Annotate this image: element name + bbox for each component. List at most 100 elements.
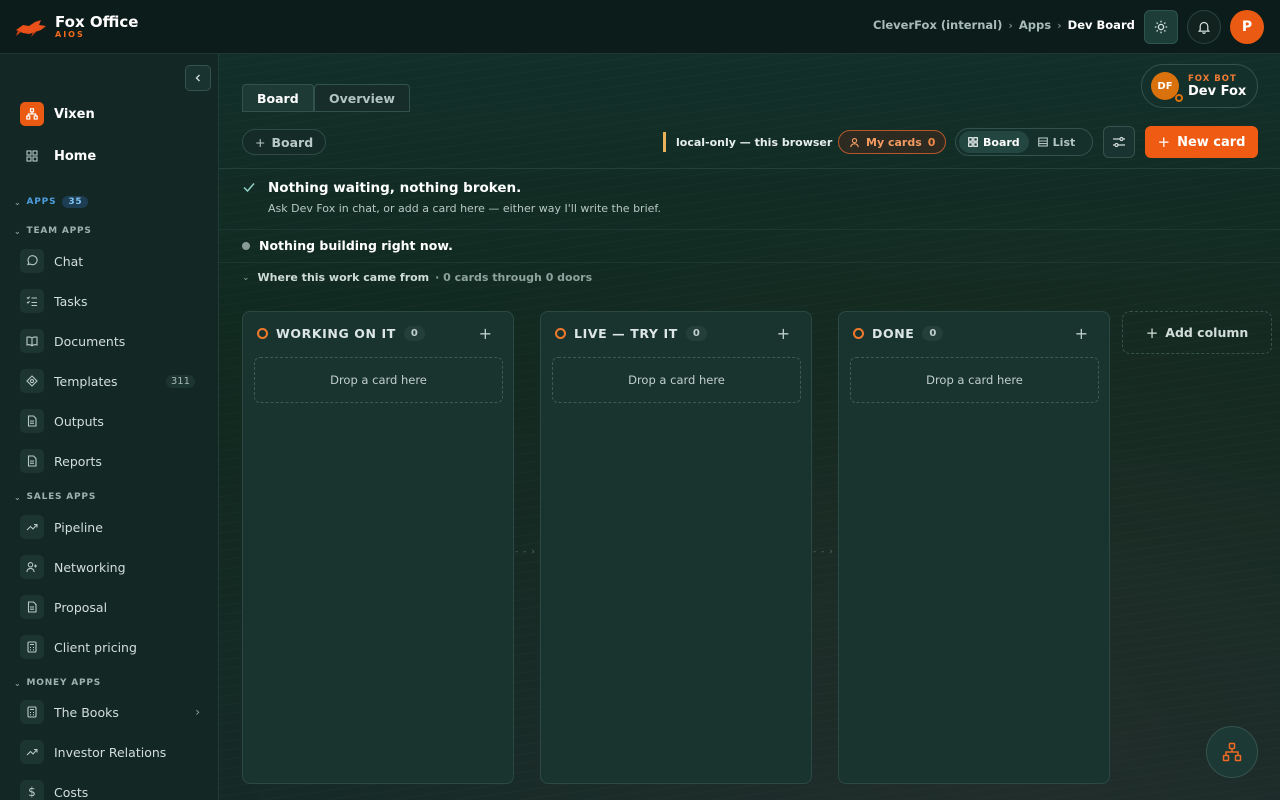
add-board-label: Board [271,134,314,150]
column-live-try-it: LIVE — TRY IT 0 + Drop a card here [540,311,812,784]
sidebar-item-templates[interactable]: Templates 311 [20,369,200,393]
sidebar-item-pipeline[interactable]: Pipeline [20,515,200,539]
brand[interactable]: Fox Office AIOS [15,14,138,40]
section-label: SALES APPS [26,492,97,502]
apps-label: APPS [26,197,57,207]
view-list-label: List [1052,135,1076,149]
filter-settings-button[interactable] [1103,126,1135,158]
tab-overview[interactable]: Overview [314,84,410,112]
brand-name: Fox Office [55,12,139,31]
work-origin-label: Where this work came from [257,271,430,284]
fox-bot-name: Dev Fox [1188,83,1247,99]
fox-bot-kicker: FOX BOT [1188,73,1237,84]
column-count: 0 [922,326,944,341]
sidebar-item-label: Client pricing [54,639,137,655]
sales-apps-section-toggle[interactable]: ⌄ SALES APPS [14,492,96,502]
sidebar-item-chat[interactable]: Chat [20,249,200,273]
org-chart-fab-button[interactable] [1206,726,1258,778]
fox-bot-chip[interactable]: DF FOX BOT Dev Fox [1141,64,1258,108]
sidebar: Vixen Home ⌄ APPS 35 ⌄ TEAM APPS Chat Ta… [0,54,219,800]
theme-toggle-button[interactable] [1144,10,1178,44]
status-title: Nothing waiting, nothing broken. [268,180,522,196]
sidebar-item-tasks[interactable]: Tasks [20,289,200,313]
section-label: MONEY APPS [26,678,102,688]
column-working-on-it: WORKING ON IT 0 + Drop a card here [242,311,514,784]
work-origin-toggle[interactable]: ⌄ Where this work came from · 0 cards th… [242,271,592,284]
plus-icon: + [1145,323,1159,342]
add-card-plus-icon[interactable]: + [479,324,492,343]
new-card-button[interactable]: + New card [1145,126,1258,158]
sidebar-item-label: Networking [54,559,126,575]
sidebar-item-proposal[interactable]: Proposal [20,595,200,619]
column-count: 0 [403,326,425,341]
chat-icon [20,249,44,273]
sidebar-item-the-books[interactable]: The Books › [20,700,200,724]
sidebar-item-vixen[interactable]: Vixen [20,102,200,126]
column-status-icon [257,328,268,339]
breadcrumb-org[interactable]: CleverFox (internal) [873,18,1002,32]
view-board-button[interactable]: Board [959,131,1029,153]
add-card-plus-icon[interactable]: + [777,324,790,343]
drop-zone[interactable]: Drop a card here [552,357,801,403]
sidebar-item-label: Tasks [54,293,88,309]
add-column-button[interactable]: + Add column [1122,311,1272,354]
chevron-down-icon: ⌄ [14,197,22,207]
column-count: 0 [685,326,707,341]
sidebar-item-label: Documents [54,333,126,349]
breadcrumb-current: Dev Board [1067,18,1135,32]
column-connector: - - › [515,547,536,557]
add-column-label: Add column [1165,325,1249,340]
dollar-icon: $ [20,780,44,800]
sidebar-item-home[interactable]: Home [20,144,200,168]
sidebar-item-label: Proposal [54,599,108,615]
apps-section-toggle[interactable]: ⌄ APPS 35 [14,196,89,208]
sidebar-item-label: Outputs [54,413,104,429]
sidebar-item-label: Templates [54,373,118,389]
drop-zone[interactable]: Drop a card here [254,357,503,403]
sidebar-item-label: Costs [54,784,89,800]
notifications-button[interactable] [1187,10,1221,44]
tab-board[interactable]: Board [242,84,314,112]
user-plus-icon [20,555,44,579]
column-status-icon [555,328,566,339]
sun-icon [1154,20,1168,34]
team-apps-section-toggle[interactable]: ⌄ TEAM APPS [14,226,92,236]
templates-count-badge: 311 [165,374,195,388]
sidebar-item-label: Investor Relations [54,744,167,760]
sidebar-item-investor-relations[interactable]: Investor Relations [20,740,200,764]
view-list-button[interactable]: List [1029,131,1085,153]
sidebar-item-client-pricing[interactable]: Client pricing [20,635,200,659]
sidebar-item-networking[interactable]: Networking [20,555,200,579]
column-status-icon [853,328,864,339]
bell-icon [1197,21,1211,34]
user-icon [850,137,859,147]
collapse-sidebar-button[interactable] [185,65,211,91]
my-cards-filter[interactable]: My cards 0 [838,130,947,154]
book-icon [20,329,44,353]
sidebar-item-label: Vixen [54,106,95,122]
drop-zone[interactable]: Drop a card here [850,357,1099,403]
trend-icon [20,515,44,539]
sidebar-item-costs[interactable]: $ Costs [20,780,200,800]
column-title: LIVE — TRY IT [574,326,678,341]
user-avatar[interactable]: P [1230,10,1264,44]
add-board-button[interactable]: + Board [242,129,327,155]
grid-icon [968,137,978,147]
document-icon [20,409,44,433]
add-card-plus-icon[interactable]: + [1075,324,1088,343]
sidebar-item-reports[interactable]: Reports [20,449,200,473]
breadcrumb-apps[interactable]: Apps [1019,18,1051,32]
view-toggle: Board List [955,128,1093,156]
org-chart-icon [1222,742,1242,762]
plus-icon: + [255,134,266,150]
sidebar-item-outputs[interactable]: Outputs [20,409,200,433]
column-connector: - - › [813,547,834,557]
grid-icon [20,144,44,168]
sidebar-item-label: The Books [54,704,119,720]
brand-sub: AIOS [55,29,85,39]
sidebar-item-documents[interactable]: Documents [20,329,200,353]
money-apps-section-toggle[interactable]: ⌄ MONEY APPS [14,678,101,688]
document-icon [20,449,44,473]
work-origin-meta: · 0 cards through 0 doors [435,271,593,284]
status-subtitle: Ask Dev Fox in chat, or add a card here … [268,202,661,215]
